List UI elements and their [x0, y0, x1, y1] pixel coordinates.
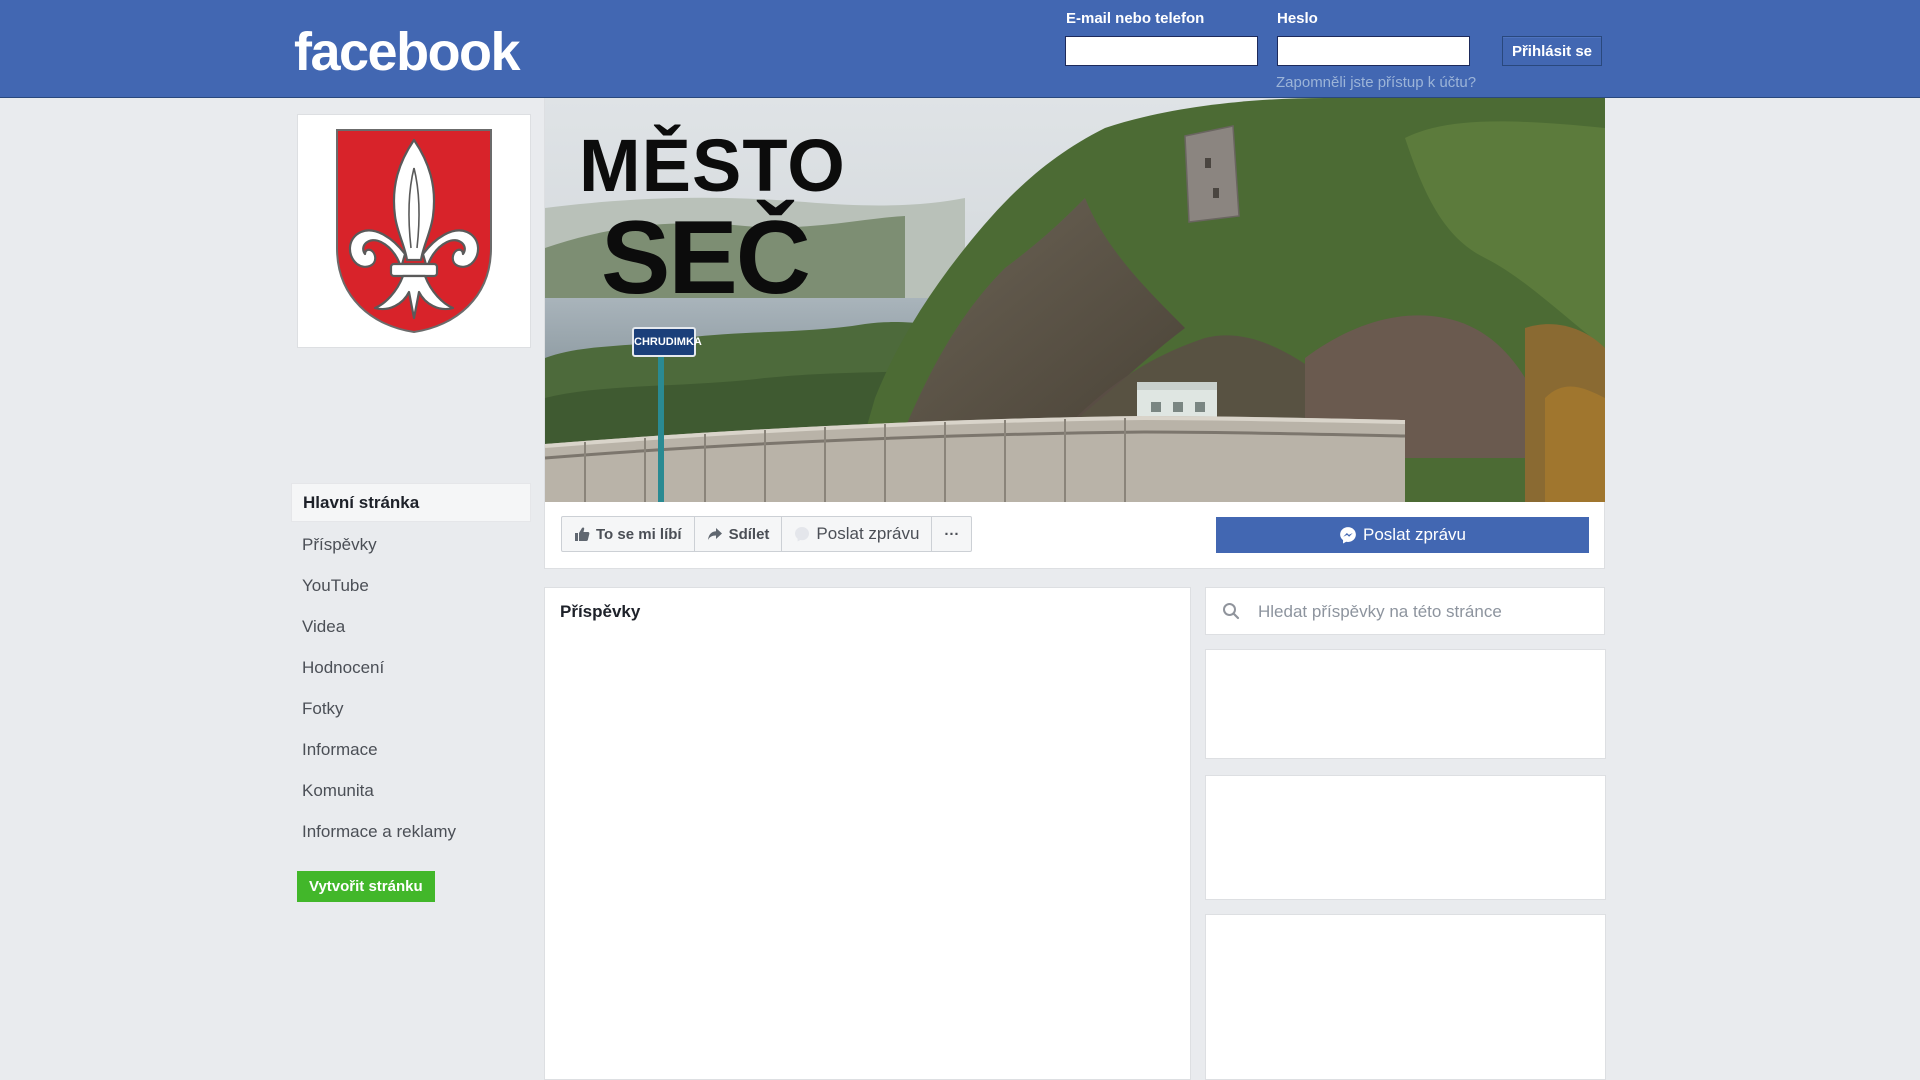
send-message-button[interactable]: Poslat zprávu — [782, 517, 933, 551]
cover-photo[interactable]: MĚSTO SEČ CHRUDIMKA — [545, 98, 1605, 502]
fleur-de-lis-icon — [336, 129, 492, 334]
side-card-1 — [1205, 649, 1606, 759]
email-input[interactable] — [1065, 36, 1258, 66]
sidebar-item-youtube[interactable]: YouTube — [291, 565, 531, 606]
page-action-bar: To se mi líbí Sdílet Poslat zprávu ··· — [561, 516, 973, 552]
messenger-icon — [795, 527, 810, 542]
sidebar-item-videos[interactable]: Videa — [291, 606, 531, 647]
password-label: Heslo — [1277, 10, 1318, 27]
sidebar-item-about[interactable]: Informace — [291, 729, 531, 770]
sidebar-item-reviews[interactable]: Hodnocení — [291, 647, 531, 688]
side-card-3 — [1205, 914, 1606, 1080]
primary-message-label: Poslat zprávu — [1363, 525, 1466, 544]
profile-picture[interactable] — [297, 114, 531, 348]
create-page-button[interactable]: Vytvořit stránku — [297, 871, 435, 902]
side-card-2 — [1205, 775, 1606, 900]
send-message-label: Poslat zprávu — [816, 524, 920, 543]
primary-message-button[interactable]: Poslat zprávu — [1216, 517, 1589, 553]
page-sidebar-nav: Hlavní stránka Příspěvky YouTube Videa H… — [291, 483, 531, 852]
cover-title-line1: MĚSTO — [579, 124, 846, 207]
share-button[interactable]: Sdílet — [695, 517, 783, 551]
messenger-icon — [1340, 527, 1356, 544]
login-button[interactable]: Přihlásit se — [1502, 36, 1602, 66]
sidebar-item-photos[interactable]: Fotky — [291, 688, 531, 729]
share-arrow-icon — [707, 528, 722, 540]
page-cover-section: MĚSTO SEČ CHRUDIMKA To se mi líbí Sdílet… — [544, 98, 1605, 569]
cover-title-line2: SEČ — [601, 200, 811, 316]
password-input[interactable] — [1277, 36, 1470, 66]
facebook-logo[interactable]: facebook — [294, 22, 521, 82]
sidebar-item-info-and-ads[interactable]: Informace a reklamy — [291, 811, 531, 852]
posts-heading: Příspěvky — [560, 602, 641, 621]
search-icon — [1223, 603, 1240, 620]
forgot-account-link[interactable]: Zapomněli jste přístup k účtu? — [1276, 74, 1476, 91]
sidebar-item-community[interactable]: Komunita — [291, 770, 531, 811]
street-sign: CHRUDIMKA — [632, 327, 702, 357]
thumbs-up-icon — [575, 527, 590, 541]
like-button[interactable]: To se mi líbí — [562, 517, 695, 551]
like-label: To se mi líbí — [596, 525, 682, 543]
more-options-button[interactable]: ··· — [932, 517, 971, 551]
search-posts-input[interactable] — [1256, 588, 1600, 636]
top-bar: facebook E-mail nebo telefon Heslo Přihl… — [0, 0, 1920, 98]
sidebar-item-home[interactable]: Hlavní stránka — [291, 483, 531, 522]
email-label: E-mail nebo telefon — [1066, 10, 1205, 27]
share-label: Sdílet — [728, 525, 770, 543]
posts-panel: Příspěvky — [544, 587, 1191, 1080]
page-post-search — [1205, 587, 1605, 636]
sidebar-item-posts[interactable]: Příspěvky — [291, 524, 531, 565]
more-icon: ··· — [944, 525, 960, 543]
